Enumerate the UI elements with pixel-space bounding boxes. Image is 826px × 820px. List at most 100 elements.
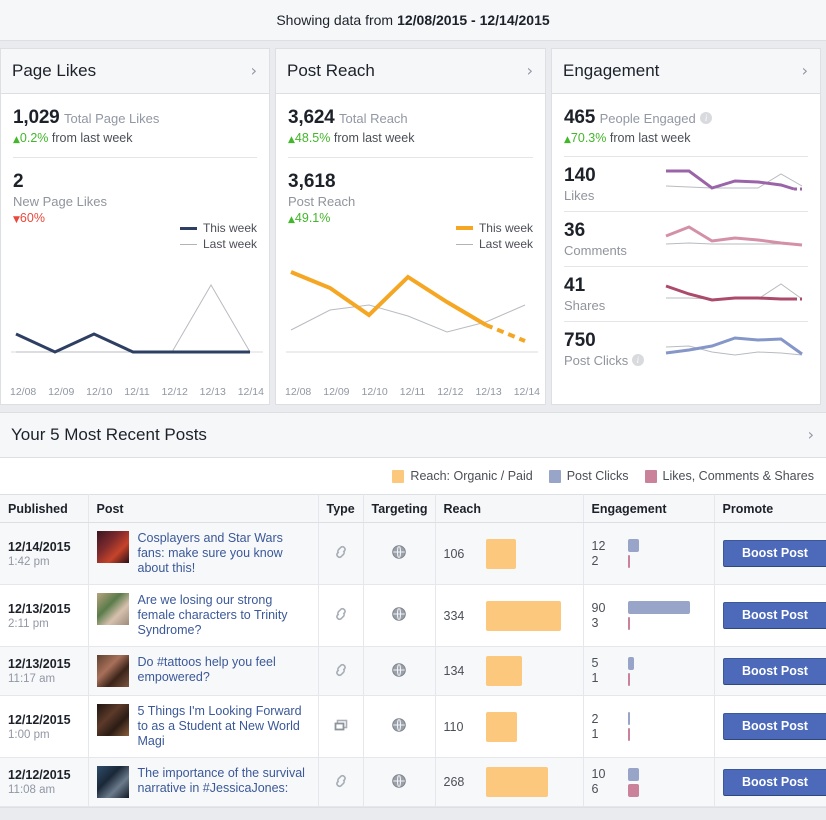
col-type[interactable]: Type (318, 494, 364, 523)
table-row[interactable]: 12/13/2015 2:11 pm Are we losing our stron… (0, 584, 826, 647)
cell-promote: Boost Post (714, 695, 826, 758)
axis-tick: 12/13 (199, 386, 226, 398)
cell-promote: Boost Post (714, 646, 826, 696)
post-clicks-count: 2 (591, 711, 599, 726)
post-reach-value: 3,618 (288, 171, 336, 192)
col-post[interactable]: Post (88, 494, 319, 523)
axis-tick: 12/08 (285, 386, 312, 398)
legend-line-this-week-icon (179, 226, 197, 230)
info-icon[interactable]: i (700, 112, 713, 124)
card-engagement-header[interactable]: Engagement › (552, 49, 820, 94)
engagement-bars (627, 656, 634, 686)
published-date: 12/14/2015 (8, 539, 71, 554)
post-title-link[interactable]: Are we losing our strong female characte… (138, 593, 310, 638)
col-published[interactable]: Published (0, 494, 89, 523)
boost-post-button[interactable]: Boost Post (722, 713, 826, 740)
table-row[interactable]: 12/13/2015 11:17 am Do #tattoos help you f… (0, 646, 826, 696)
cell-promote: Boost Post (714, 584, 826, 647)
arrow-up-icon: ▲ (13, 135, 20, 145)
boost-post-button[interactable]: Boost Post (722, 540, 826, 567)
reach-bar (485, 538, 516, 569)
total-page-likes-value: 1,029 (13, 107, 60, 128)
engagement-values: 12 2 (592, 539, 614, 569)
legend-line-this-week-icon (455, 226, 473, 230)
post-clicks-bar (627, 767, 639, 781)
legend-this-week-label: This week (478, 221, 533, 235)
legend-reach-label: Reach: Organic / Paid (410, 469, 533, 483)
legend-post-clicks: Post Clicks (548, 469, 629, 483)
axis-tick: 12/12 (161, 386, 188, 398)
cell-post: 5 Things I'm Looking Forward to as a Stu… (88, 695, 319, 758)
page-likes-primary: 1,029 Total Page Likes (13, 107, 257, 129)
legend-reach: Reach: Organic / Paid (392, 469, 533, 483)
axis-tick: 12/13 (475, 386, 502, 398)
likes-comments-shares-bar (627, 617, 630, 630)
info-icon[interactable]: i (631, 354, 644, 366)
people-engaged-primary: 465 People Engaged i (564, 107, 808, 129)
arrow-up-icon: ▲ (288, 215, 295, 225)
people-engaged-delta-suffix: from last week (609, 131, 691, 145)
divider (564, 266, 808, 267)
table-row[interactable]: 12/12/2015 1:00 pm 5 Things I'm Looking Fo… (0, 695, 826, 758)
published-date: 12/12/2015 (8, 712, 71, 727)
card-page-likes: Page Likes › 1,029 Total Page Likes ▲0.2… (0, 48, 270, 405)
engagement-values: 21 (592, 712, 614, 742)
post-thumbnail[interactable] (96, 766, 129, 798)
engagement-values: 10 6 (592, 767, 614, 797)
col-reach[interactable]: Reach (435, 494, 584, 523)
post-clicks-bar (627, 656, 634, 670)
link-icon (335, 607, 346, 621)
cell-type (318, 646, 364, 696)
published-time: 11:17 am (8, 673, 56, 685)
chevron-right-icon[interactable]: › (251, 63, 257, 79)
cell-reach: 106 (435, 522, 584, 585)
shares-value: 41 (564, 275, 586, 296)
legend-last-week: Last week (455, 236, 533, 252)
axis-tick: 12/11 (399, 386, 426, 398)
col-promote[interactable]: Promote (714, 494, 826, 523)
axis-tick: 12/12 (437, 386, 464, 398)
col-engagement[interactable]: Engagement (583, 494, 715, 523)
arrow-up-icon: ▲ (288, 135, 295, 145)
divider (564, 156, 808, 157)
engagement-bars (627, 539, 639, 568)
likes-comments-shares-count: 3 (591, 615, 599, 630)
recent-posts-header[interactable]: Your 5 Most Recent Posts › (0, 413, 826, 458)
post-title-link[interactable]: Cosplayers and Star Wars fans: make sure… (138, 531, 310, 576)
boost-post-button[interactable]: Boost Post (722, 657, 826, 685)
table-row[interactable]: 12/14/2015 1:42 pm Cosplayers and Star War… (0, 522, 826, 585)
post-thumbnail[interactable] (96, 531, 129, 563)
chevron-right-icon[interactable]: › (527, 63, 533, 79)
card-engagement-body: 465 People Engaged i ▲70.3% from last we… (552, 94, 820, 404)
card-post-reach-header[interactable]: Post Reach › (276, 49, 545, 94)
post-title-link[interactable]: Do #tattoos help you feel empowered? (138, 655, 310, 685)
card-engagement: Engagement › 465 People Engaged i ▲70.3%… (551, 48, 821, 405)
card-page-likes-header[interactable]: Page Likes › (1, 49, 269, 94)
post-clicks-count: 10 (591, 767, 606, 781)
engagement-row-comments: 36 Comments (564, 219, 808, 259)
post-title-link[interactable]: 5 Things I'm Looking Forward to as a Stu… (138, 704, 310, 749)
post-thumbnail[interactable] (96, 593, 129, 625)
post-title-link[interactable]: The importance of the survival narrative… (138, 766, 310, 796)
post-thumbnail[interactable] (96, 655, 129, 687)
published-time: 1:00 pm (8, 728, 50, 741)
date-range-bar: Showing data from 12/08/2015 - 12/14/201… (0, 0, 826, 41)
col-targeting[interactable]: Targeting (363, 494, 436, 523)
table-row[interactable]: 12/12/2015 11:08 am The importance of the … (0, 757, 826, 807)
page-likes-axis: 12/08 12/09 12/10 12/11 12/12 12/13 12/1… (10, 386, 264, 398)
post-thumbnail[interactable] (96, 704, 129, 736)
reach-value: 334 (443, 608, 465, 623)
card-page-likes-title: Page Likes (12, 61, 97, 80)
arrow-down-icon: ▼ (13, 215, 20, 225)
post-reach-axis: 12/08 12/09 12/10 12/11 12/12 12/13 12/1… (285, 386, 540, 398)
chevron-right-icon[interactable]: › (808, 427, 814, 443)
reach-bar (485, 767, 548, 797)
globe-icon (392, 607, 406, 621)
axis-tick: 12/09 (323, 386, 350, 398)
legend-lcs-label: Likes, Comments & Shares (662, 469, 814, 483)
boost-post-button[interactable]: Boost Post (722, 602, 826, 629)
boost-post-button[interactable]: Boost Post (722, 768, 826, 796)
cell-targeting (363, 646, 436, 696)
cell-targeting (363, 695, 436, 758)
chevron-right-icon[interactable]: › (802, 63, 808, 79)
